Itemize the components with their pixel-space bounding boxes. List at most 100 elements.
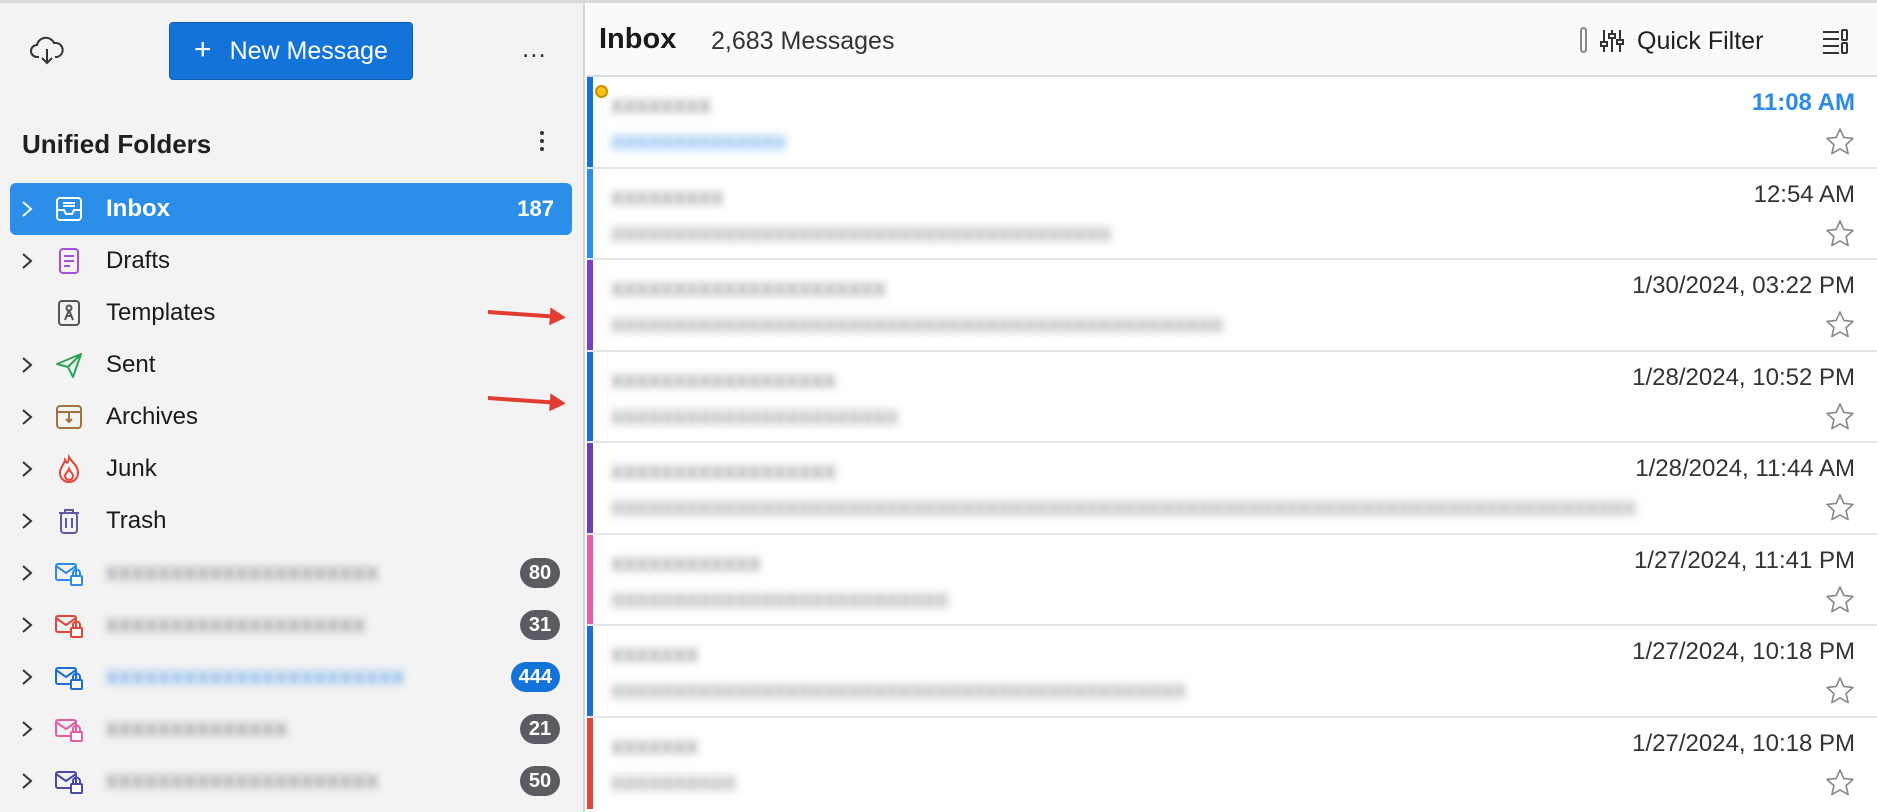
- message-row[interactable]: xxxxxxxxxxxxxxxxxx xxxxxxxxxxxxxxxxxxxxx…: [587, 443, 1877, 535]
- star-icon[interactable]: [1825, 402, 1855, 432]
- quick-filter-toggle[interactable]: [1580, 27, 1587, 53]
- star-icon[interactable]: [1825, 768, 1855, 798]
- message-row[interactable]: xxxxxxx xxxxxxxxxxxxxxxxxxxxxxxxxxxxxxxx…: [587, 626, 1877, 718]
- message-row[interactable]: xxxxxxxx xxxxxxxxxxxxxx 11:08 AM: [587, 77, 1877, 169]
- message-subject: xxxxxxxxxxxxxx: [611, 127, 786, 155]
- folder-label: Trash: [106, 507, 167, 534]
- message-date: 1/27/2024, 10:18 PM: [1632, 729, 1855, 757]
- unread-badge: 31: [520, 610, 560, 640]
- folder-mode-menu-icon[interactable]: [538, 128, 546, 158]
- message-date: 1/28/2024, 11:44 AM: [1635, 455, 1855, 482]
- chevron-right-icon[interactable]: [10, 495, 44, 547]
- message-row[interactable]: xxxxxxxxx xxxxxxxxxxxxxxxxxxxxxxxxxxxxxx…: [587, 168, 1877, 260]
- account-inbox[interactable]: xxxxxxxxxxxxxxxxxxxxxxx 444: [10, 651, 572, 703]
- message-date: 1/27/2024, 11:41 PM: [1633, 546, 1855, 574]
- unread-badge: 50: [520, 766, 560, 796]
- message-sender: xxxxxxxxxxxx: [611, 548, 761, 577]
- account-color-bar: [587, 168, 593, 258]
- unread-badge: 80: [520, 558, 560, 588]
- star-icon[interactable]: [1825, 219, 1855, 249]
- account-inbox[interactable]: xxxxxxxxxxxxxx 21: [10, 703, 572, 755]
- folder-drafts[interactable]: Drafts: [10, 235, 572, 287]
- folder-label: Sent: [106, 351, 156, 378]
- account-mail-icon: [54, 714, 84, 744]
- star-icon[interactable]: [1825, 310, 1855, 340]
- folder-label: Inbox: [106, 195, 170, 222]
- message-subject: xxxxxxxxxxxxxxxxxxxxxxxxxxxxxxxxxxxxxxxx: [611, 218, 1111, 247]
- account-name: xxxxxxxxxxxxxxxxxxxxx: [106, 559, 379, 586]
- get-messages-icon[interactable]: [30, 35, 64, 67]
- chevron-right-icon[interactable]: [10, 183, 44, 235]
- templates-icon: [54, 298, 84, 328]
- message-date: 1/28/2024, 10:52 PM: [1632, 363, 1855, 391]
- new-message-button[interactable]: + New Message: [169, 22, 413, 80]
- message-subject: xxxxxxxxxxxxxxxxxxxxxxxxxxxxxxxxxxxxxxxx…: [611, 676, 1186, 704]
- quick-filter-icon[interactable]: [1599, 28, 1625, 54]
- account-mail-icon: [54, 610, 84, 640]
- folder-trash[interactable]: Trash: [10, 495, 572, 547]
- more-options-icon[interactable]: ...: [522, 33, 547, 64]
- account-mail-icon: [54, 766, 84, 796]
- unread-badge: 444: [510, 662, 560, 692]
- folder-pane: + New Message ... Unified Folders Inbox …: [0, 3, 585, 812]
- chevron-right-icon[interactable]: [10, 547, 44, 599]
- account-name: xxxxxxxxxxxxxxxxxxxxxxx: [106, 663, 405, 690]
- sent-icon: [54, 350, 84, 380]
- message-row[interactable]: xxxxxxxxxxxxxxxxxxxxxx xxxxxxxxxxxxxxxxx…: [587, 260, 1877, 352]
- sidebar-toolbar: + New Message ...: [0, 3, 583, 93]
- message-sender: xxxxxxx: [611, 640, 699, 668]
- chevron-right-icon[interactable]: [10, 651, 44, 703]
- folder-sent[interactable]: Sent: [10, 339, 572, 391]
- unread-dot-icon[interactable]: [595, 85, 608, 98]
- message-subject: xxxxxxxxxxxxxxxxxxxxxxxxxxxxxxxxxxxxxxxx…: [611, 310, 1224, 338]
- chevron-right-icon[interactable]: [10, 443, 44, 495]
- drafts-icon: [54, 246, 84, 276]
- folder-label: Drafts: [106, 247, 171, 274]
- account-mail-icon: [54, 662, 84, 692]
- account-inbox[interactable]: xxxxxxxxxxxxxxxxxxxxx 50: [10, 755, 572, 807]
- quick-filter-button[interactable]: Quick Filter: [1637, 27, 1763, 56]
- message-date: 12:54 AM: [1753, 180, 1855, 208]
- chevron-right-icon[interactable]: [10, 391, 44, 443]
- folder-mode-title: Unified Folders: [22, 129, 212, 159]
- account-name: xxxxxxxxxxxxxxxxxxxx: [106, 611, 366, 638]
- star-icon[interactable]: [1825, 585, 1855, 615]
- chevron-right-icon[interactable]: [10, 755, 44, 807]
- star-icon[interactable]: [1825, 493, 1855, 523]
- folder-title: Inbox: [599, 23, 677, 55]
- folder-inbox[interactable]: Inbox 187: [10, 183, 572, 235]
- message-row[interactable]: xxxxxxxxxxxx xxxxxxxxxxxxxxxxxxxxxxxxxxx…: [587, 534, 1877, 626]
- message-sender: xxxxxxx: [611, 731, 699, 760]
- message-date: 1/27/2024, 10:18 PM: [1632, 638, 1855, 665]
- message-row[interactable]: xxxxxxx xxxxxxxxxx 1/27/2024, 10:18 PM: [587, 717, 1877, 809]
- account-color-bar: [587, 534, 593, 624]
- message-subject: xxxxxxxxxxxxxxxxxxxxxxxxxxxxxxxxxxxxxxxx…: [611, 493, 1636, 521]
- account-color-bar: [587, 626, 593, 716]
- archives-icon: [54, 402, 84, 432]
- thread-pane: Inbox 2,683 Messages Quick Filter xxxxxx…: [587, 3, 1877, 812]
- account-color-bar: [587, 717, 593, 809]
- account-inbox[interactable]: xxxxxxxxxxxxxxxxxxxx 31: [10, 599, 572, 651]
- account-name: xxxxxxxxxxxxxxxxxxxxx: [106, 767, 379, 794]
- chevron-right-icon[interactable]: [10, 599, 44, 651]
- junk-icon: [54, 454, 84, 484]
- chevron-right-icon[interactable]: [10, 235, 44, 287]
- star-icon[interactable]: [1825, 676, 1855, 706]
- account-inbox[interactable]: xxxxxxxxxxxxxxxxxxxxx 80: [10, 547, 572, 599]
- message-row[interactable]: xxxxxxxxxxxxxxxxxx xxxxxxxxxxxxxxxxxxxxx…: [587, 351, 1877, 443]
- chevron-right-icon[interactable]: [10, 339, 44, 391]
- unread-count: 187: [517, 196, 554, 221]
- message-sender: xxxxxxxxxxxxxxxxxx: [611, 457, 836, 485]
- message-sender: xxxxxxxxx: [611, 182, 724, 211]
- list-display-options-icon[interactable]: [1821, 27, 1849, 55]
- thread-pane-header: Inbox 2,683 Messages Quick Filter: [587, 3, 1877, 77]
- new-message-label: New Message: [229, 36, 388, 65]
- plus-icon: +: [194, 32, 212, 66]
- account-color-bar: [587, 351, 593, 441]
- message-sender: xxxxxxxxxxxxxxxxxx: [611, 365, 836, 394]
- unread-badge: 21: [520, 714, 560, 744]
- folder-label: Archives: [106, 403, 199, 430]
- chevron-right-icon[interactable]: [10, 703, 44, 755]
- star-icon[interactable]: [1825, 127, 1855, 157]
- folder-junk[interactable]: Junk: [10, 443, 572, 495]
